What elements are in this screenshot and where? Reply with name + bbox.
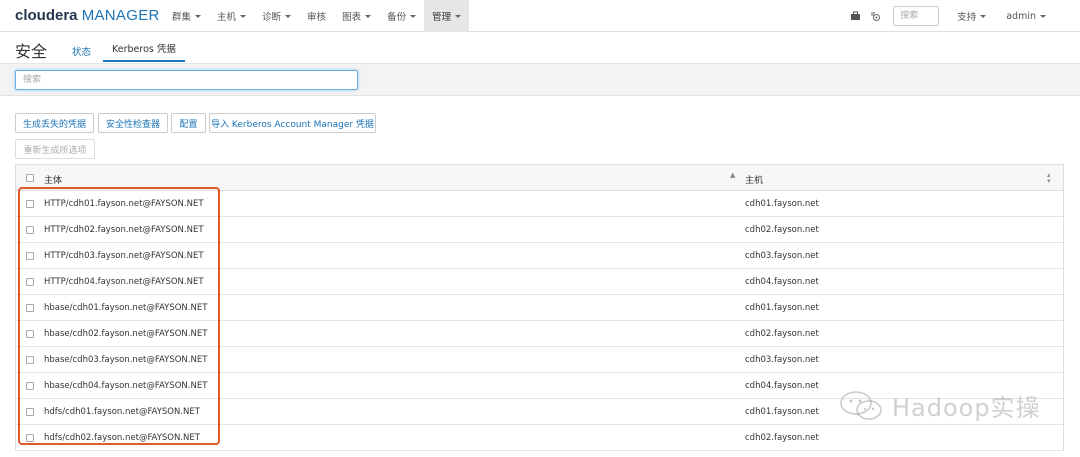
row-checkbox[interactable]	[26, 408, 34, 416]
support-label: 支持	[957, 12, 977, 23]
tab-status[interactable]: 状态	[72, 44, 91, 58]
column-header-host[interactable]: 主机	[745, 173, 763, 186]
cell-host: cdh01.fayson.net	[745, 199, 819, 209]
nav-item-administration[interactable]: 管理	[424, 0, 470, 32]
credentials-search-input[interactable]: 搜索	[15, 70, 358, 90]
table-row[interactable]: hbase/cdh03.fayson.net@FAYSON.NET cdh03.f…	[16, 347, 1063, 373]
cell-principal: hbase/cdh04.fayson.net@FAYSON.NET	[44, 381, 208, 391]
cell-host: cdh04.fayson.net	[745, 277, 819, 287]
select-all-checkbox[interactable]	[26, 174, 34, 182]
cell-host: cdh02.fayson.net	[745, 433, 819, 443]
cell-host: cdh01.fayson.net	[745, 303, 819, 313]
cell-principal: hbase/cdh01.fayson.net@FAYSON.NET	[44, 303, 208, 313]
nav-item-label: 备份	[387, 12, 407, 23]
table-row[interactable]: HTTP/cdh03.fayson.net@FAYSON.NET cdh03.fa…	[16, 243, 1063, 269]
nav-item-label: 群集	[172, 12, 192, 23]
filter-bar: 搜索	[0, 64, 1080, 96]
cell-principal: hbase/cdh02.fayson.net@FAYSON.NET	[44, 329, 208, 339]
row-checkbox[interactable]	[26, 382, 34, 390]
page-header: 安全 状态 Kerberos 凭据	[0, 32, 1080, 64]
user-menu[interactable]: admin	[996, 11, 1080, 22]
cell-host: cdh03.fayson.net	[745, 251, 819, 261]
nav-item-diagnostics[interactable]: 诊断	[254, 0, 299, 32]
import-kerberos-credentials-button[interactable]: 导入 Kerberos Account Manager 凭据	[209, 113, 376, 133]
global-search-input[interactable]: 搜索	[893, 6, 940, 26]
nav-item-audits[interactable]: 审核	[299, 0, 334, 32]
caret-down-icon	[455, 14, 462, 18]
nav-item-label: 管理	[432, 12, 452, 23]
cell-principal: HTTP/cdh03.fayson.net@FAYSON.NET	[44, 251, 204, 261]
caret-down-icon	[1040, 14, 1046, 18]
nav-item-label: 图表	[342, 12, 362, 23]
row-checkbox[interactable]	[26, 434, 34, 442]
cell-principal: hdfs/cdh01.fayson.net@FAYSON.NET	[44, 407, 200, 417]
table-row[interactable]: HTTP/cdh01.fayson.net@FAYSON.NET cdh01.fa…	[16, 191, 1063, 217]
row-checkbox[interactable]	[26, 226, 34, 234]
tab-kerberos-credentials[interactable]: Kerberos 凭据	[103, 42, 185, 62]
table-header: 主体 ▲ 主机 ▴ ▾	[16, 165, 1063, 191]
cell-host: cdh02.fayson.net	[745, 225, 819, 235]
caret-down-icon	[980, 14, 987, 18]
parcel-icon[interactable]	[845, 6, 865, 26]
user-label: admin	[1006, 10, 1036, 22]
main-menu: 群集 主机 诊断 审核 图表 备份 管理	[164, 0, 470, 32]
configure-button[interactable]: 配置	[171, 113, 206, 133]
cell-host: cdh03.fayson.net	[745, 355, 819, 365]
table-row[interactable]: HTTP/cdh04.fayson.net@FAYSON.NET cdh04.fa…	[16, 269, 1063, 295]
nav-item-label: 主机	[217, 12, 237, 23]
logo-brand: cloudera	[15, 7, 78, 24]
sort-both-icon[interactable]: ▴ ▾	[1047, 172, 1051, 185]
nav-item-clusters[interactable]: 群集	[164, 0, 209, 32]
nav-item-label: 审核	[307, 12, 327, 23]
watermark-text: Hadoop实操	[892, 394, 1041, 422]
table-row[interactable]: hbase/cdh02.fayson.net@FAYSON.NET cdh02.f…	[16, 321, 1063, 347]
support-menu[interactable]: 支持	[947, 9, 996, 23]
cell-principal: hdfs/cdh02.fayson.net@FAYSON.NET	[44, 433, 200, 443]
nav-item-backup[interactable]: 备份	[379, 0, 424, 32]
cell-host: cdh02.fayson.net	[745, 329, 819, 339]
cell-principal: hbase/cdh03.fayson.net@FAYSON.NET	[44, 355, 208, 365]
cell-principal: HTTP/cdh01.fayson.net@FAYSON.NET	[44, 199, 204, 209]
running-commands-icon[interactable]	[865, 6, 885, 26]
logo-product: MANAGER	[81, 7, 160, 24]
row-checkbox[interactable]	[26, 356, 34, 364]
row-checkbox[interactable]	[26, 330, 34, 338]
table-row[interactable]: hdfs/cdh02.fayson.net@FAYSON.NET cdh02.fa…	[16, 425, 1063, 451]
cell-principal: HTTP/cdh04.fayson.net@FAYSON.NET	[44, 277, 204, 287]
row-checkbox[interactable]	[26, 304, 34, 312]
watermark: Hadoop实操	[838, 388, 1041, 423]
wechat-icon	[840, 390, 882, 420]
sort-ascending-icon[interactable]: ▲	[730, 172, 735, 179]
security-inspector-button[interactable]: 安全性检查器	[98, 113, 168, 133]
column-header-principal[interactable]: 主体	[44, 173, 62, 186]
caret-down-icon	[410, 14, 417, 18]
top-navbar: cloudera MANAGER 群集 主机 诊断 审核 图表 备份 管理 搜索…	[0, 0, 1080, 32]
cell-host: cdh01.fayson.net	[745, 407, 819, 417]
page-title: 安全	[15, 42, 48, 61]
nav-item-label: 诊断	[262, 12, 282, 23]
caret-down-icon	[195, 14, 202, 18]
tab-label: Kerberos 凭据	[112, 44, 176, 55]
nav-right-group: 搜索 支持 admin	[845, 0, 1080, 32]
caret-down-icon	[365, 14, 372, 18]
caret-down-icon	[285, 14, 292, 18]
caret-down-icon	[240, 14, 247, 18]
cloudera-manager-logo[interactable]: cloudera MANAGER	[15, 7, 160, 24]
table-row[interactable]: HTTP/cdh02.fayson.net@FAYSON.NET cdh02.fa…	[16, 217, 1063, 243]
cell-principal: HTTP/cdh02.fayson.net@FAYSON.NET	[44, 225, 204, 235]
row-checkbox[interactable]	[26, 200, 34, 208]
regenerate-selected-button[interactable]: 重新生成所选项	[15, 139, 95, 159]
row-checkbox[interactable]	[26, 278, 34, 286]
nav-item-charts[interactable]: 图表	[334, 0, 379, 32]
cell-host: cdh04.fayson.net	[745, 381, 819, 391]
generate-missing-credentials-button[interactable]: 生成丢失的凭据	[15, 113, 94, 133]
row-checkbox[interactable]	[26, 252, 34, 260]
nav-item-hosts[interactable]: 主机	[209, 0, 254, 32]
table-row[interactable]: hbase/cdh01.fayson.net@FAYSON.NET cdh01.f…	[16, 295, 1063, 321]
